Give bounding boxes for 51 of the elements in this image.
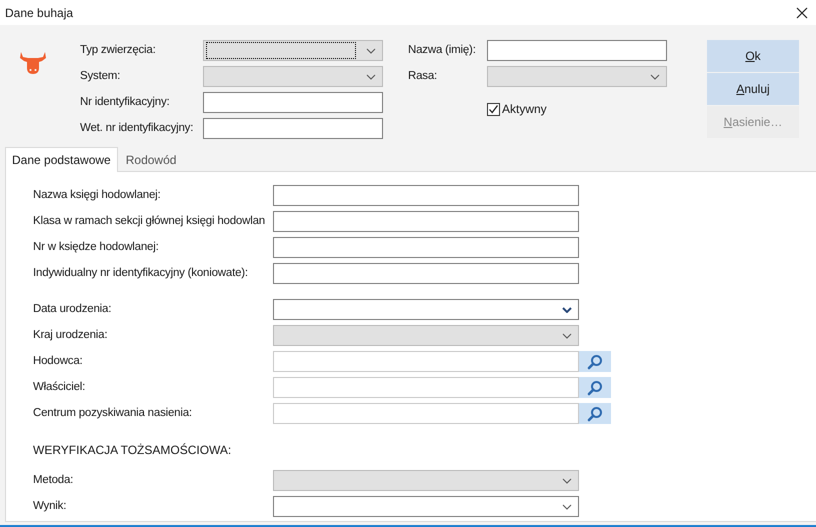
- tab[interactable]: Dane podstawowe: [5, 147, 118, 172]
- input-field[interactable]: [273, 237, 579, 258]
- close-icon[interactable]: [796, 6, 808, 18]
- search-button[interactable]: [579, 377, 611, 398]
- chevron-down-icon: [562, 332, 572, 338]
- aktywny-checkbox[interactable]: Aktywny: [487, 100, 547, 118]
- field-label: Nr identyfikacyjny:: [80, 94, 171, 110]
- input-field[interactable]: [203, 92, 383, 113]
- chevron-down-icon: [366, 48, 376, 54]
- window-title: Dane buhaja: [5, 4, 74, 22]
- field-label: Wet. nr identyfikacyjny:: [80, 120, 194, 136]
- chevron-down-icon: [366, 74, 376, 80]
- field-label: Wynik:: [33, 498, 68, 514]
- input-field[interactable]: [273, 377, 579, 398]
- field-label: Nr w księdze hodowlanej:: [33, 240, 160, 255]
- field-label: System:: [80, 68, 122, 84]
- field-label: Data urodzenia:: [33, 302, 112, 317]
- field-label: Metoda:: [33, 472, 74, 488]
- field-label: Rasa:: [408, 68, 438, 84]
- checkmark-icon: [488, 104, 499, 114]
- field-label: Typ zwierzęcia:: [80, 42, 157, 58]
- input-field[interactable]: [273, 263, 579, 284]
- section-heading: WERYFIKACJA TOŻSAMOŚCIOWA:: [33, 442, 232, 458]
- field-label: Indywidualny nr identyfikacyjny (koniowate):: [33, 266, 249, 281]
- dialog-button[interactable]: Anuluj: [707, 73, 799, 105]
- input-field[interactable]: [273, 403, 579, 424]
- search-icon: [587, 406, 603, 422]
- date-picker[interactable]: [273, 299, 579, 320]
- input-field[interactable]: [273, 185, 579, 206]
- field-label: Hodowca:: [33, 354, 84, 369]
- field-label: Klasa w ramach sekcji głównej księgi hodowlan: [33, 214, 266, 229]
- chevron-down-icon: [562, 306, 572, 312]
- input-field[interactable]: [203, 118, 383, 139]
- input-field[interactable]: [273, 351, 579, 372]
- input-field[interactable]: [487, 40, 667, 61]
- chevron-down-icon: [650, 74, 660, 80]
- search-icon: [587, 354, 603, 370]
- field-label: Nazwa księgi hodowlanej:: [33, 188, 162, 203]
- dialog-button[interactable]: Ok: [707, 40, 799, 72]
- field-label: Nazwa (imię):: [408, 42, 477, 58]
- cow-icon: [18, 50, 48, 76]
- field-label: Właściciel:: [33, 380, 86, 395]
- field-label: Kraj urodzenia:: [33, 328, 108, 343]
- search-button[interactable]: [579, 403, 611, 424]
- field-label: Centrum pozyskiwania nasienia:: [33, 406, 193, 421]
- search-button[interactable]: [579, 351, 611, 372]
- search-icon: [587, 380, 603, 396]
- tab[interactable]: Rodowód: [118, 149, 184, 171]
- chevron-down-icon: [562, 504, 572, 510]
- chevron-down-icon: [562, 478, 572, 484]
- input-field[interactable]: [273, 211, 579, 232]
